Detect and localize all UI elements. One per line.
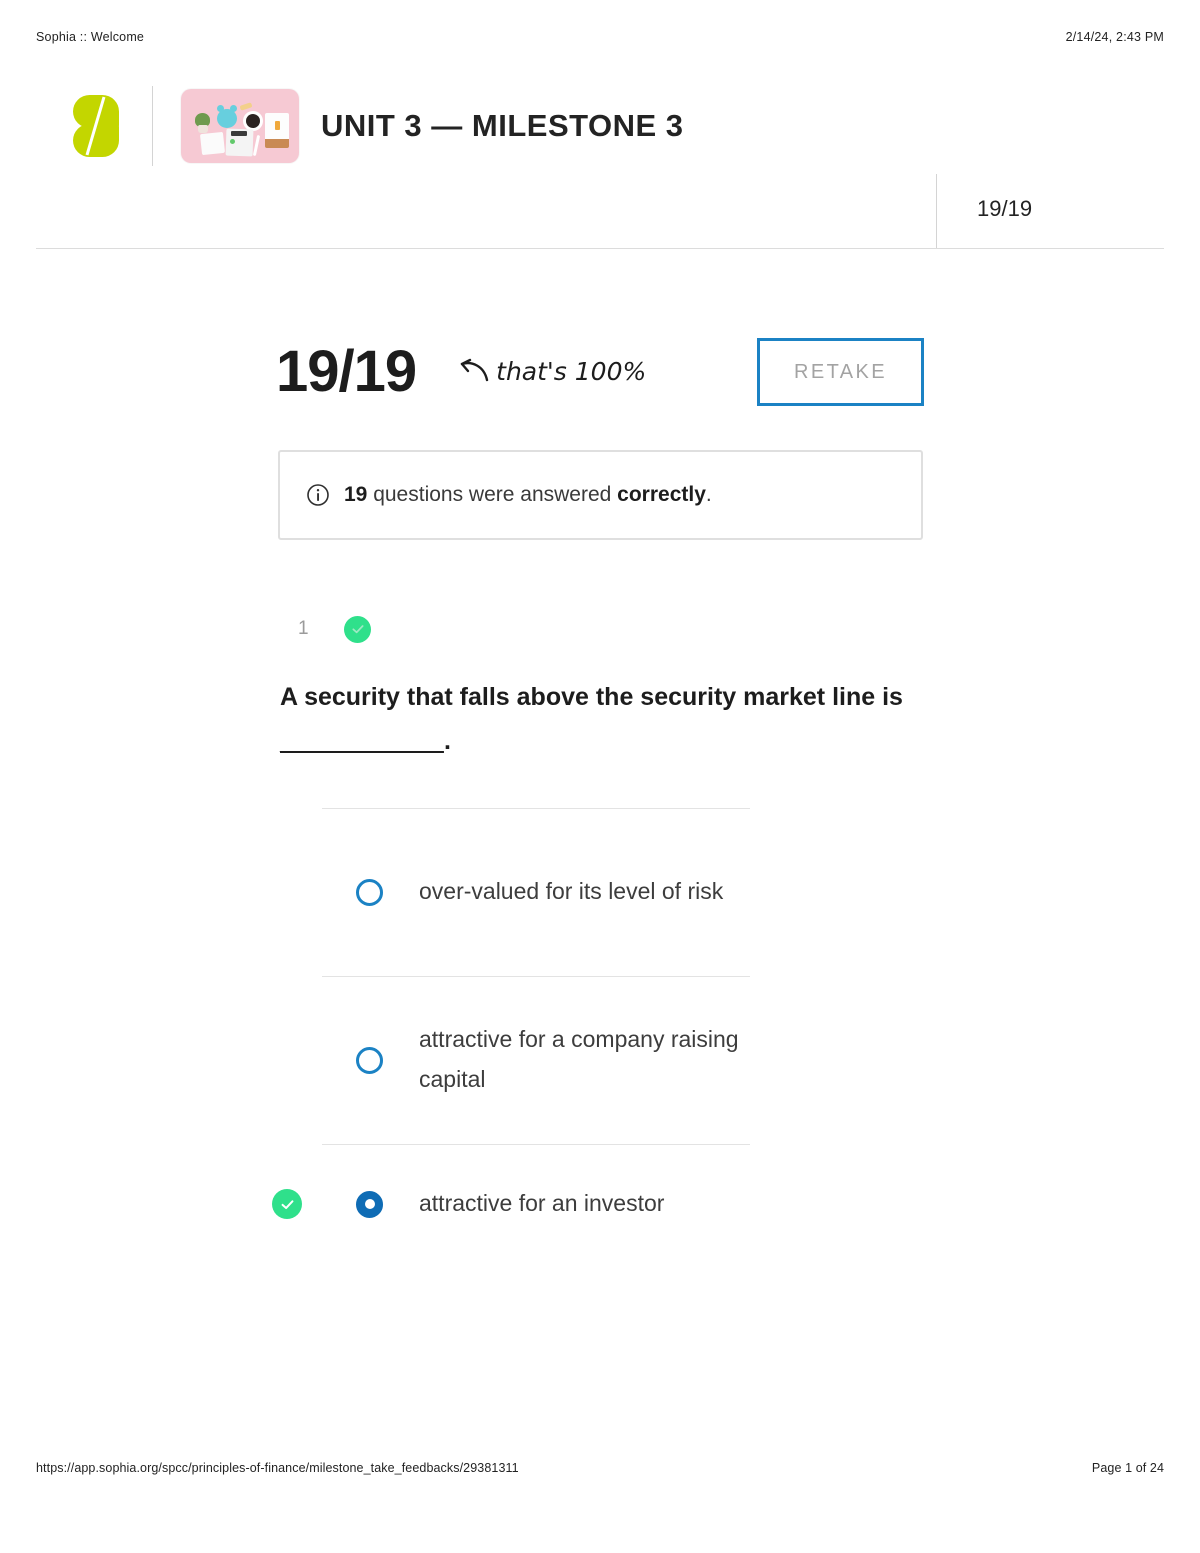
sophia-logo <box>60 86 132 166</box>
course-header: UNIT 3 — MILESTONE 3 19/19 <box>36 78 1164 249</box>
question-period: . <box>443 726 451 755</box>
question-blank: ___________ <box>280 726 444 755</box>
info-count: 19 <box>344 483 368 506</box>
print-footer-page: Page 1 of 24 <box>1091 1461 1164 1475</box>
score-note-text: that's 100% <box>496 356 647 386</box>
page-title: UNIT 3 — MILESTONE 3 <box>321 108 684 143</box>
results-section: 19/19 that's 100% RETAKE 19 questions we… <box>0 325 1200 540</box>
question-text: A security that falls above the security… <box>280 676 920 764</box>
question-number: 1 <box>298 618 309 639</box>
score-line: 19/19 that's 100% RETAKE <box>0 325 1200 417</box>
header-rule <box>36 248 1164 249</box>
print-header: Sophia :: Welcome 2/14/24, 2:43 PM <box>0 30 1200 44</box>
answer-option-3[interactable]: attractive for an investor <box>272 1143 750 1264</box>
answer-option-3-label: attractive for an investor <box>419 1190 665 1217</box>
radio-icon-option-1[interactable] <box>356 878 383 906</box>
check-icon <box>351 625 364 634</box>
retake-button[interactable]: RETAKE <box>757 338 924 406</box>
info-icon <box>307 484 329 506</box>
logo-slash-icon <box>85 96 106 156</box>
info-banner: 19 questions were answered correctly. <box>278 450 923 540</box>
score-note: that's 100% <box>454 357 646 386</box>
info-period: . <box>705 483 712 506</box>
question-text-line1: A security that falls above the security… <box>280 683 903 711</box>
question-header: 1 <box>0 600 1200 658</box>
answer-options: over-valued for its level of risk attrac… <box>0 807 1200 1264</box>
print-footer-url: https://app.sophia.org/spcc/principles-o… <box>36 1461 519 1475</box>
course-thumbnail <box>181 89 299 163</box>
answer-option-1[interactable]: over-valued for its level of risk <box>322 807 750 976</box>
print-footer: https://app.sophia.org/spcc/principles-o… <box>0 1461 1200 1475</box>
answer-option-2-label: attractive for a company raising capital <box>419 1026 739 1092</box>
question-block: 1 A security that falls above the securi… <box>0 600 1200 1264</box>
answer-option-1-label: over-valued for its level of risk <box>419 878 724 905</box>
curved-arrow-icon <box>460 358 489 382</box>
print-header-timestamp: 2/14/24, 2:43 PM <box>1065 30 1164 44</box>
header-score-spacer <box>36 174 936 248</box>
header-score-value: 19/19 <box>936 174 1164 248</box>
correct-answer-badge-icon <box>272 1189 302 1219</box>
radio-icon-option-3[interactable] <box>356 1190 383 1218</box>
answer-option-2[interactable]: attractive for a company raising capital <box>322 975 750 1144</box>
question-status-correct-icon <box>344 615 371 643</box>
print-header-title: Sophia :: Welcome <box>36 30 145 44</box>
info-middle: questions were answered <box>367 483 618 506</box>
info-emphasis: correctly <box>617 483 706 506</box>
radio-icon-option-2[interactable] <box>356 1046 383 1074</box>
info-banner-text: 19 questions were answered correctly. <box>344 483 712 507</box>
big-score: 19/19 <box>276 338 417 404</box>
check-icon <box>281 1199 293 1209</box>
course-header-row: UNIT 3 — MILESTONE 3 <box>36 78 1164 174</box>
header-divider <box>152 86 153 166</box>
header-score-row: 19/19 <box>36 174 1164 248</box>
